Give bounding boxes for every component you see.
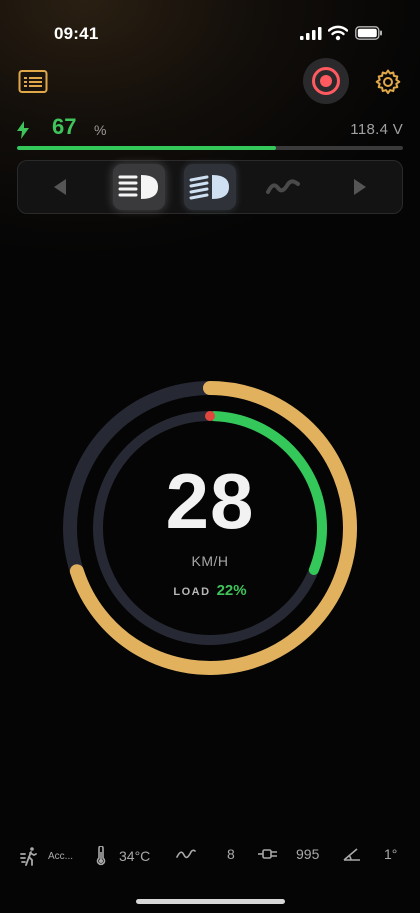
settings-button[interactable]	[374, 68, 402, 96]
road-mode-button[interactable]	[263, 164, 303, 210]
wifi-icon	[328, 25, 348, 41]
power-indicator: 995	[257, 846, 319, 862]
load-ring-start-marker	[205, 411, 215, 421]
speed-value: 28	[165, 457, 255, 545]
mode-prev-button[interactable]	[40, 164, 80, 210]
angle-icon	[343, 848, 360, 861]
mode-selector	[17, 160, 403, 214]
record-button[interactable]	[303, 58, 349, 104]
low-beam-icon	[189, 175, 229, 200]
plug-icon	[258, 849, 277, 859]
angle-indicator: 1°	[343, 846, 397, 862]
battery-percent-unit: %	[94, 122, 107, 138]
battery-percent: 67	[52, 114, 77, 139]
high-beam-button[interactable]	[113, 164, 165, 210]
log-button[interactable]	[18, 68, 48, 96]
power-value: 995	[296, 846, 320, 862]
mode-next-button[interactable]	[340, 164, 380, 210]
status-time: 09:41	[54, 24, 99, 43]
thermometer-icon	[96, 846, 106, 866]
log-list-icon	[18, 70, 48, 93]
road-wave-icon	[176, 849, 196, 859]
temperature-indicator: 34°C	[95, 846, 150, 866]
battery-progress-fill	[17, 146, 276, 150]
temperature-value: 34°C	[119, 848, 151, 864]
battery-icon	[355, 26, 382, 40]
waves-value: 8	[227, 846, 235, 862]
battery-progress-bar	[17, 146, 403, 150]
waves-indicator: 8	[176, 846, 235, 862]
record-icon	[312, 67, 340, 95]
chevron-left-icon	[54, 179, 66, 195]
load-value: 22%	[216, 582, 247, 599]
battery-voltage: 118.4 V	[350, 121, 403, 138]
low-beam-button[interactable]	[184, 164, 236, 210]
angle-value: 1°	[384, 846, 398, 862]
ride-mode-label: Acc...	[48, 850, 74, 862]
gear-icon	[375, 69, 401, 95]
load-indicator: LOAD 22%	[60, 582, 360, 599]
high-beam-icon	[118, 175, 158, 199]
road-wave-icon	[266, 179, 300, 194]
walking-person-icon	[20, 847, 37, 866]
cellular-signal-icon	[300, 27, 322, 40]
load-label: LOAD	[173, 586, 211, 598]
home-indicator[interactable]	[136, 899, 285, 904]
charging-bolt-icon	[17, 121, 29, 139]
speed-unit: KM/H	[191, 553, 229, 569]
ride-mode-indicator[interactable]: Acc...	[20, 846, 73, 866]
chevron-right-icon	[354, 179, 366, 195]
